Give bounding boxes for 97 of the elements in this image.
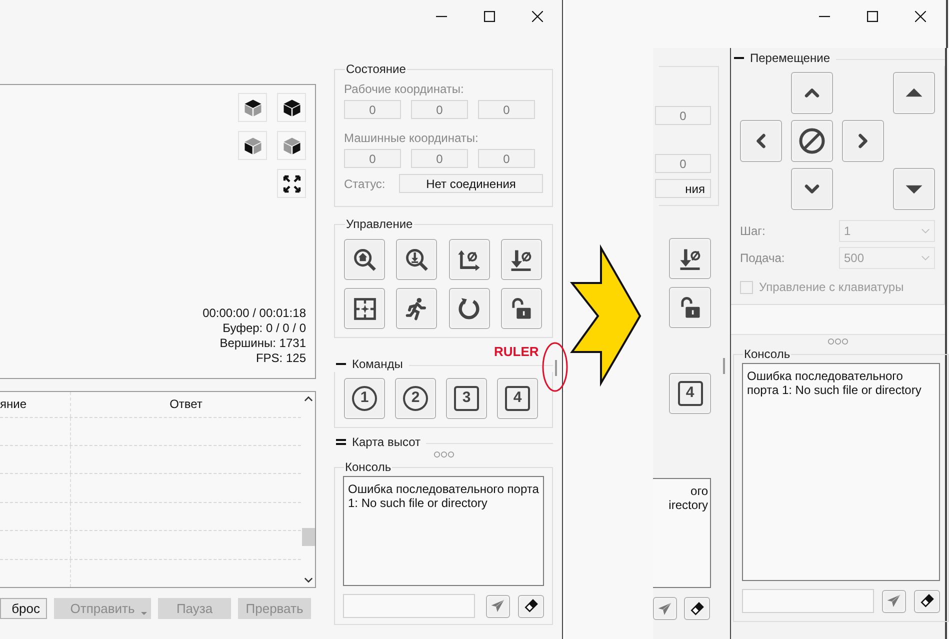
chevron-down-icon bbox=[921, 255, 930, 261]
jog-button[interactable] bbox=[791, 72, 833, 114]
splitter-handle-icon bbox=[827, 338, 849, 345]
maximize-icon bbox=[866, 11, 878, 22]
highlight-ellipse bbox=[542, 342, 568, 392]
frame-target-icon bbox=[352, 296, 378, 322]
zero-z-button[interactable] bbox=[669, 238, 711, 279]
annotation-label: RULER bbox=[494, 343, 539, 361]
dropdown-icon bbox=[141, 612, 147, 615]
status-field: Нет соединения bbox=[399, 174, 543, 193]
scroll-up-icon bbox=[304, 395, 312, 403]
jog-button[interactable] bbox=[893, 72, 935, 114]
jog-button[interactable] bbox=[791, 168, 833, 210]
stop-sign-icon bbox=[797, 126, 827, 156]
column-header: яние bbox=[0, 396, 28, 414]
command-button[interactable]: 1 bbox=[344, 378, 385, 419]
frame-button[interactable] bbox=[344, 288, 385, 329]
scrollbar-thumb[interactable] bbox=[302, 528, 314, 546]
command-button[interactable]: 4 bbox=[497, 378, 538, 419]
clear-button[interactable] bbox=[518, 594, 544, 618]
fullscreen-button[interactable] bbox=[277, 169, 306, 198]
jog-button[interactable] bbox=[740, 120, 782, 162]
checkbox-label: Управление с клавиатуры bbox=[759, 279, 904, 296]
field-label: Машинные координаты: bbox=[344, 130, 480, 145]
unlock-button[interactable] bbox=[669, 287, 711, 328]
group-title[interactable]: Карта высот bbox=[352, 433, 420, 451]
view-button[interactable] bbox=[277, 131, 306, 160]
eraser-icon bbox=[523, 598, 539, 614]
coordinate-field: 0 bbox=[344, 100, 401, 119]
send-icon bbox=[657, 600, 673, 616]
view-button[interactable] bbox=[238, 93, 267, 122]
splitter-handle-icon bbox=[432, 451, 454, 458]
run-button[interactable] bbox=[396, 288, 438, 329]
field-label: Подача: bbox=[740, 250, 785, 267]
scrollbar-handle[interactable] bbox=[555, 360, 557, 376]
scrollbar-handle[interactable] bbox=[723, 358, 725, 374]
close-icon bbox=[532, 11, 542, 22]
zero-xy-button[interactable] bbox=[448, 239, 490, 280]
coordinate-field: 0 bbox=[478, 149, 535, 168]
group-title: Консоль bbox=[344, 459, 392, 476]
group-title: Консоль bbox=[743, 346, 792, 363]
eraser-icon bbox=[689, 600, 705, 616]
group-title[interactable]: Команды bbox=[352, 355, 403, 373]
command-button[interactable]: 4 bbox=[669, 373, 711, 414]
view-button[interactable] bbox=[277, 93, 306, 122]
home-button[interactable] bbox=[344, 239, 385, 280]
command-input[interactable] bbox=[343, 594, 475, 618]
rotate-icon bbox=[456, 296, 482, 322]
field-label: Статус: bbox=[344, 176, 386, 192]
field-label: Рабочие координаты: bbox=[344, 81, 465, 96]
send-icon bbox=[886, 593, 902, 609]
send-button[interactable] bbox=[653, 597, 677, 620]
chevron-down-icon bbox=[921, 228, 930, 234]
send-button[interactable] bbox=[486, 594, 510, 618]
coordinate-field: 0 bbox=[411, 149, 468, 168]
command-button[interactable]: 3 bbox=[446, 378, 487, 419]
stat-text: 00:00:00 / 00:01:18 bbox=[202, 306, 306, 321]
group-title[interactable]: Перемещение bbox=[750, 49, 830, 67]
probe-search-icon bbox=[404, 246, 430, 272]
eraser-icon bbox=[919, 593, 935, 609]
zero-z-button[interactable] bbox=[500, 239, 542, 280]
command-input[interactable] bbox=[742, 589, 874, 613]
coordinate-field: 0 bbox=[655, 106, 711, 125]
coordinate-field: 0 bbox=[478, 100, 535, 119]
probe-button[interactable] bbox=[396, 239, 438, 280]
reset-button[interactable] bbox=[448, 288, 490, 329]
close-icon bbox=[914, 11, 926, 22]
send-button[interactable] bbox=[882, 590, 906, 612]
field-label: Шаг: bbox=[740, 223, 766, 240]
console-output: Ошибка последовательного порта 1: No such file or directory bbox=[343, 476, 544, 586]
jog-button[interactable] bbox=[842, 120, 884, 162]
clear-button[interactable] bbox=[684, 597, 710, 620]
command-button[interactable]: 2 bbox=[395, 378, 436, 419]
jog-button[interactable] bbox=[893, 168, 935, 210]
console-output: Ошибка последовательного порта 1: No such file or directory bbox=[742, 363, 940, 581]
fullscreen-icon bbox=[282, 174, 302, 194]
send-icon bbox=[490, 598, 506, 614]
coordinate-field: 0 bbox=[655, 154, 711, 173]
stat-text: Вершины: 1731 bbox=[220, 336, 306, 351]
scroll-down-icon bbox=[304, 576, 312, 584]
jog-button[interactable] bbox=[791, 120, 833, 162]
clear-button[interactable] bbox=[914, 590, 940, 612]
action-button[interactable]: брос bbox=[0, 598, 47, 619]
view-button[interactable] bbox=[238, 131, 267, 160]
maximize-icon bbox=[484, 11, 494, 22]
column-header: Ответ bbox=[70, 392, 301, 417]
console-text: irectory bbox=[668, 498, 709, 512]
status-field: ния bbox=[655, 179, 711, 198]
group-title: Состояние bbox=[345, 61, 407, 78]
group-title: Управление bbox=[345, 216, 414, 233]
unlock-button[interactable] bbox=[500, 288, 542, 329]
coordinate-field: 0 bbox=[411, 100, 468, 119]
console-text: ого bbox=[690, 484, 709, 498]
stat-text: Буфер: 0 / 0 / 0 bbox=[222, 321, 306, 336]
home-search-icon bbox=[352, 246, 378, 272]
coordinate-field: 0 bbox=[344, 149, 401, 168]
stat-text: FPS: 125 bbox=[256, 351, 306, 366]
